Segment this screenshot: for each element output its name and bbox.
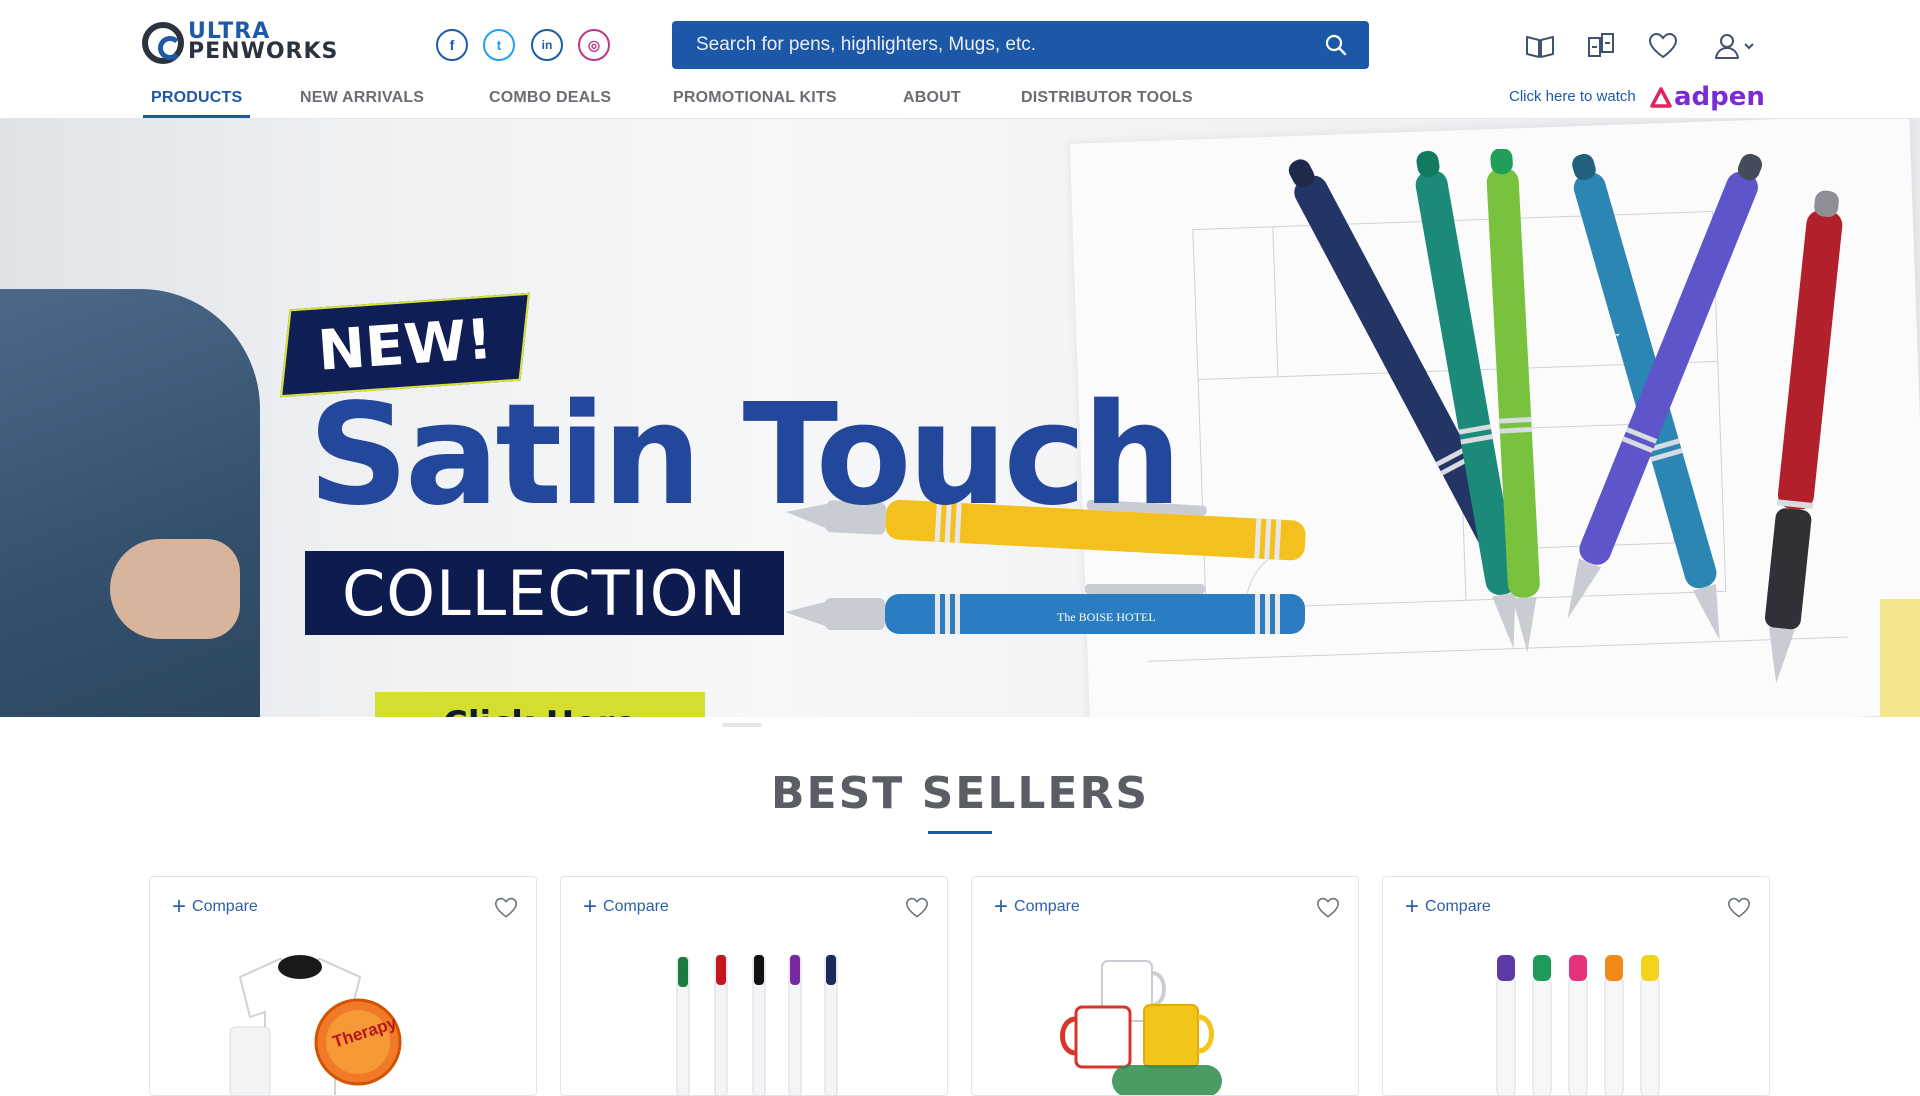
compare-label: Compare [1014,898,1080,915]
nav-about[interactable]: ABOUT [903,80,961,118]
click-here-label: Click Here [443,704,637,718]
account-menu[interactable] [1710,30,1758,62]
adpen-mark-icon [1650,87,1672,108]
collection-label-box: COLLECTION [305,551,784,635]
nav-distributor-tools[interactable]: DISTRIBUTOR TOOLS [1021,80,1193,118]
adpen-label: adpen [1674,82,1765,112]
plus-icon: + [583,893,598,920]
collection-label: COLLECTION [342,556,747,630]
compare-label: Compare [1425,898,1491,915]
product-card[interactable]: + Compare [971,876,1359,1096]
pen-imprint-boise: The BOISE HOTEL [1057,610,1156,624]
heading-underline [928,831,992,834]
nav-promotional-kits[interactable]: PROMOTIONAL KITS [673,80,837,118]
wishlist-heart-icon[interactable] [1647,30,1679,62]
nav-new-arrivals[interactable]: NEW ARRIVALS [300,80,424,118]
sticky-note [1880,599,1920,717]
hand-image [110,539,240,639]
product-image-tshirt-clip: Therapy [150,947,536,1095]
top-header: ULTRA PENWORKS f t in ◎ [0,0,1920,81]
facebook-icon[interactable]: f [436,29,468,61]
compare-label: Compare [192,898,258,915]
plus-icon: + [994,893,1009,920]
linkedin-icon[interactable]: in [531,29,563,61]
catalog-icon[interactable] [1524,30,1556,62]
twitter-icon[interactable]: t [483,29,515,61]
product-image-pens [561,947,947,1095]
compare-label: Compare [603,898,669,915]
watch-adpen-link[interactable]: Click here to watch [1509,88,1636,105]
compare-icon[interactable] [1585,30,1617,62]
nav-products[interactable]: PRODUCTS [142,80,251,118]
product-card[interactable]: + Compare [560,876,948,1096]
user-icon [1715,34,1739,59]
instagram-icon[interactable]: ◎ [578,29,610,61]
carousel-indicator[interactable] [722,723,762,727]
heart-icon[interactable] [1727,897,1753,921]
best-sellers-heading: BEST SELLERS [770,768,1150,819]
logo-line2: PENWORKS [188,39,339,64]
compare-toggle[interactable]: + Compare [583,893,669,920]
search-bar [672,21,1369,69]
search-icon[interactable] [1325,34,1347,56]
heart-icon[interactable] [1316,897,1342,921]
nav-combo-deals[interactable]: COMBO DEALS [489,80,611,118]
plus-icon: + [1405,893,1420,920]
search-input[interactable] [694,33,1325,57]
hero-banner[interactable]: The BOISE HOTEL BAYADA NEW! Satin Touch … [0,119,1920,717]
product-card[interactable]: + Compare [1382,876,1770,1096]
compare-toggle[interactable]: + Compare [994,893,1080,920]
heart-icon[interactable] [905,897,931,921]
click-here-button[interactable]: Click Here [375,692,705,717]
person-arm-image [0,289,260,717]
ultra-penworks-logo[interactable]: ULTRA PENWORKS [142,20,404,66]
plus-icon: + [172,893,187,920]
logo-mark-icon [142,22,184,64]
product-image-mugs [972,947,1358,1095]
product-card[interactable]: + Compare Therapy [149,876,537,1096]
compare-toggle[interactable]: + Compare [1405,893,1491,920]
chevron-down-icon [1744,43,1754,50]
compare-toggle[interactable]: + Compare [172,893,258,920]
hero-title: Satin Touch [308,374,1182,537]
product-image-highlighters [1383,947,1769,1095]
heart-icon[interactable] [494,897,520,921]
adpen-logo[interactable]: adpen [1650,84,1765,110]
new-badge-label: NEW! [315,306,495,384]
